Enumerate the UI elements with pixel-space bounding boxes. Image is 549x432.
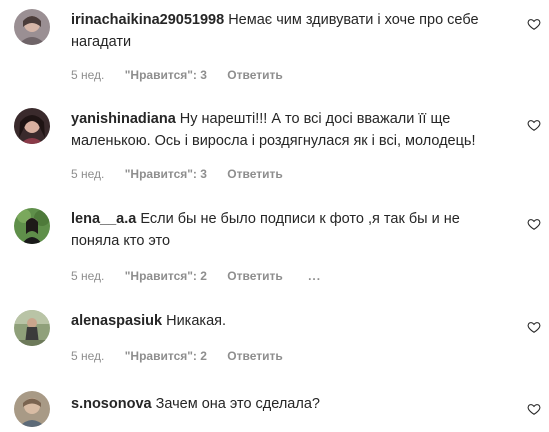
comment-username[interactable]: alenaspasiuk <box>71 313 162 329</box>
more-options-icon[interactable]: ... <box>308 269 321 283</box>
comment-meta: 5 нед. "Нравится": 3 Ответить <box>71 166 283 182</box>
heart-icon[interactable] <box>527 17 541 31</box>
heart-icon[interactable] <box>527 118 541 132</box>
comment-body: s.nosonova Зачем она это сделала? <box>71 393 511 415</box>
comment-username[interactable]: lena__a.a <box>71 211 136 227</box>
avatar[interactable] <box>14 208 50 244</box>
comment-likes[interactable]: "Нравится": 3 <box>125 167 207 181</box>
reply-button[interactable]: Ответить <box>227 349 282 363</box>
comment-body: yanishinadiana Ну нарешті!!! А то всі до… <box>71 108 511 152</box>
avatar[interactable] <box>14 310 50 346</box>
heart-icon[interactable] <box>527 402 541 416</box>
comment-time[interactable]: 5 нед. <box>71 167 104 181</box>
avatar[interactable] <box>14 391 50 427</box>
comment-text: Никакая. <box>166 313 227 329</box>
comment-text: Зачем она это сделала? <box>155 396 320 412</box>
comment-body: lena__a.a Если бы не было подписи к фото… <box>71 208 511 252</box>
comment-username[interactable]: yanishinadiana <box>71 111 176 127</box>
heart-icon[interactable] <box>527 320 541 334</box>
comment-likes[interactable]: "Нравится": 3 <box>125 68 207 82</box>
comment-likes[interactable]: "Нравится": 2 <box>125 349 207 363</box>
comment-meta: 5 нед. "Нравится": 3 Ответить <box>71 67 283 83</box>
avatar[interactable] <box>14 9 50 45</box>
comment-time[interactable]: 5 нед. <box>71 68 104 82</box>
heart-icon[interactable] <box>527 217 541 231</box>
comment-meta: 5 нед. "Нравится": 2 Ответить <box>71 348 283 364</box>
comment-body: irinachaikina29051998 Немає чим здивуват… <box>71 9 511 53</box>
reply-button[interactable]: Ответить <box>227 269 282 283</box>
comment-likes[interactable]: "Нравится": 2 <box>125 269 207 283</box>
comment-username[interactable]: irinachaikina29051998 <box>71 12 224 28</box>
comment-meta: 5 нед. "Нравится": 2 Ответить ... <box>71 268 321 284</box>
comment-body: alenaspasiuk Никакая. <box>71 310 511 332</box>
reply-button[interactable]: Ответить <box>227 68 282 82</box>
comment-username[interactable]: s.nosonova <box>71 396 152 412</box>
reply-button[interactable]: Ответить <box>227 167 282 181</box>
comment-time[interactable]: 5 нед. <box>71 349 104 363</box>
avatar[interactable] <box>14 108 50 144</box>
comment-time[interactable]: 5 нед. <box>71 269 104 283</box>
